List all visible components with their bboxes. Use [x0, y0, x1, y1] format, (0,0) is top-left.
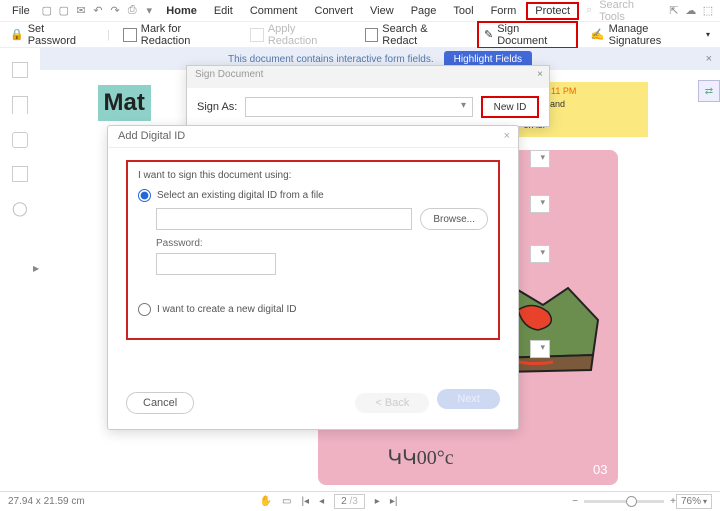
field-dropdown-1[interactable]	[530, 150, 550, 168]
chevron-down-icon: ▾	[706, 30, 710, 39]
field-dropdown-2[interactable]	[530, 195, 550, 213]
select-tool-icon[interactable]: ▭	[282, 496, 291, 507]
sign-modal-close-icon[interactable]: ×	[537, 69, 543, 80]
cloud-icon[interactable]: ☁	[684, 3, 698, 19]
menu-view[interactable]: View	[363, 2, 401, 20]
menu-edit[interactable]: Edit	[207, 2, 240, 20]
cancel-button[interactable]: Cancel	[126, 392, 194, 414]
browse-button[interactable]: Browse...	[420, 208, 488, 230]
field-dropdown-4[interactable]	[530, 340, 550, 358]
redaction-icon	[123, 28, 137, 42]
radio-existing[interactable]	[138, 189, 151, 202]
last-page-icon[interactable]: ▸|	[390, 496, 398, 507]
option-new-id[interactable]: I want to create a new digital ID	[138, 303, 488, 316]
add-id-close-icon[interactable]: ×	[504, 130, 510, 142]
menu-protect[interactable]: Protect	[526, 2, 579, 20]
back-button: < Back	[355, 393, 429, 413]
menubar: File ▢ ▢ ✉ ↶ ↷ ⎙ ▾ Home Edit Comment Con…	[0, 0, 720, 22]
share-icon[interactable]: ⇱	[667, 3, 681, 19]
page-dimensions: 27.94 x 21.59 cm	[8, 496, 85, 507]
status-bar: 27.94 x 21.59 cm ✋ ▭ |◂ ◂ 2 /3 ▸ ▸| − + …	[0, 491, 720, 511]
expand-sidebar-icon[interactable]: ▶	[33, 264, 39, 273]
open-icon[interactable]: ▢	[40, 3, 54, 19]
menu-page[interactable]: Page	[404, 2, 444, 20]
strip-close-icon[interactable]: ×	[706, 53, 712, 65]
temperature-text: ԿԿ00°c	[388, 445, 454, 470]
menu-tool[interactable]: Tool	[446, 2, 480, 20]
search-redact-icon	[365, 28, 379, 42]
strip-message: This document contains interactive form …	[228, 54, 434, 65]
radio-new[interactable]	[138, 303, 151, 316]
lock-icon: 🔒	[10, 28, 24, 41]
sign-document-button[interactable]: ✎Sign Document	[477, 21, 578, 49]
page-title-fragment: Mat	[98, 85, 151, 121]
apply-redaction-button: Apply Redaction	[245, 21, 351, 49]
prev-page-icon[interactable]: ◂	[319, 496, 324, 507]
zoom-slider[interactable]	[584, 500, 664, 503]
field-dropdown-3[interactable]	[530, 245, 550, 263]
add-digital-id-modal: Add Digital ID × I want to sign this doc…	[107, 125, 519, 430]
search-redact-button[interactable]: Search & Redact	[360, 21, 469, 49]
sign-as-label: Sign As:	[197, 101, 237, 113]
mail-icon[interactable]: ✉	[74, 3, 88, 19]
first-page-icon[interactable]: |◂	[301, 496, 309, 507]
set-password-button[interactable]: 🔒Set Password	[5, 21, 99, 49]
next-page-icon[interactable]: ▸	[375, 496, 380, 507]
print-icon[interactable]: ⎙	[125, 3, 139, 19]
undo-icon[interactable]: ↶	[91, 3, 105, 19]
bookmark-icon[interactable]	[12, 96, 28, 114]
search-icon: ⌕	[582, 3, 596, 19]
sign-document-modal: Sign Document × Sign As: New ID	[186, 65, 550, 127]
page-navigator: ✋ ▭ |◂ ◂ 2 /3 ▸ ▸|	[260, 494, 398, 509]
menu-convert[interactable]: Convert	[308, 2, 361, 20]
id-file-input[interactable]	[156, 208, 412, 230]
menu-comment[interactable]: Comment	[243, 2, 305, 20]
current-page-input[interactable]: 2	[341, 496, 347, 507]
new-id-button[interactable]: New ID	[481, 96, 539, 118]
comment-panel-icon[interactable]	[12, 132, 28, 148]
zoom-out-icon[interactable]: −	[572, 496, 578, 507]
id-options-group: I want to sign this document using: Sele…	[126, 160, 500, 340]
hand-tool-icon[interactable]: ✋	[260, 496, 272, 507]
more-icon[interactable]: ⬚	[701, 3, 715, 19]
page-number: 03	[593, 462, 607, 477]
sign-icon: ✎	[484, 28, 493, 41]
total-pages: /3	[349, 496, 357, 507]
next-button[interactable]: Next	[437, 389, 500, 409]
password-input[interactable]	[156, 253, 276, 275]
search-tools-input[interactable]: Search Tools	[599, 0, 661, 23]
sign-as-select[interactable]	[245, 97, 473, 117]
redo-icon[interactable]: ↷	[108, 3, 122, 19]
zoom-select[interactable]: 76%▾	[676, 494, 712, 509]
right-panel-toggle[interactable]: ⇄	[698, 80, 720, 102]
menu-form[interactable]: Form	[484, 2, 524, 20]
save-icon[interactable]: ▢	[57, 3, 71, 19]
dropdown-icon[interactable]: ▾	[142, 3, 156, 19]
sign-modal-header: Sign Document ×	[187, 66, 549, 88]
attachment-icon[interactable]	[12, 166, 28, 182]
id-prompt: I want to sign this document using:	[138, 170, 488, 181]
option-existing-id[interactable]: Select an existing digital ID from a fil…	[138, 189, 488, 202]
signature-icon: ✍	[591, 28, 605, 41]
password-label: Password:	[156, 238, 203, 249]
menu-home[interactable]: Home	[159, 2, 204, 20]
apply-redaction-icon	[250, 28, 264, 42]
protect-toolbar: 🔒Set Password | Mark for Redaction Apply…	[0, 22, 720, 48]
menu-file[interactable]: File	[5, 2, 37, 20]
modal-footer: Cancel < Back Next	[126, 389, 500, 417]
add-id-header: Add Digital ID ×	[108, 126, 518, 148]
thumbnails-icon[interactable]	[12, 62, 28, 78]
manage-signatures-button[interactable]: ✍Manage Signatures▾	[586, 21, 715, 49]
mark-redaction-button[interactable]: Mark for Redaction	[118, 21, 237, 49]
search-panel-icon[interactable]: ◯	[12, 200, 28, 216]
